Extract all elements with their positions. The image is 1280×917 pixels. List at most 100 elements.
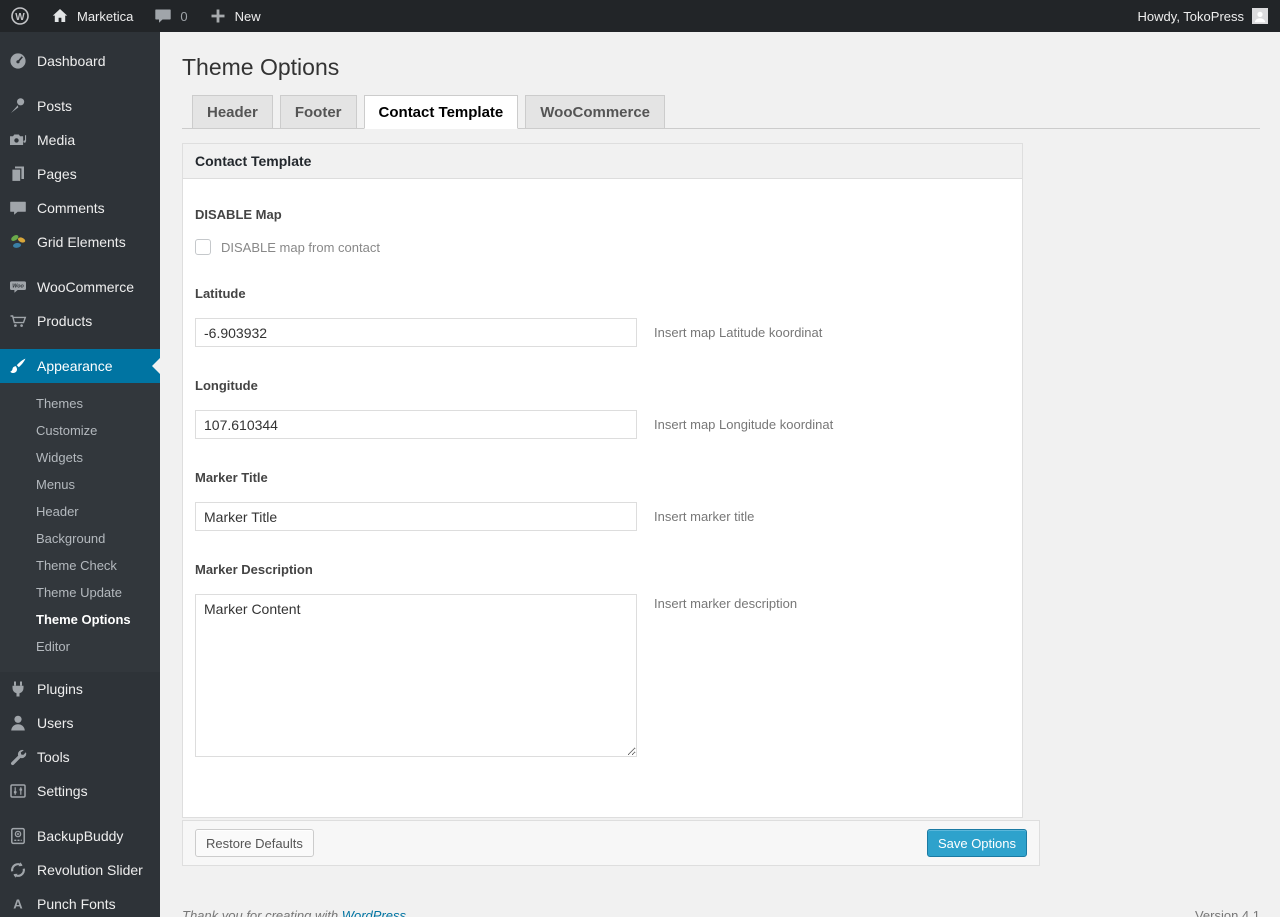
menu-separator xyxy=(0,338,160,349)
backupbuddy-icon xyxy=(11,827,25,845)
site-name-link[interactable]: Marketica xyxy=(40,0,143,32)
disable-map-checkbox[interactable] xyxy=(195,239,211,255)
sidebar-item-label: Media xyxy=(37,132,76,148)
sidebar-item-pages[interactable]: Pages xyxy=(0,157,160,191)
sidebar-item-label: Comments xyxy=(37,200,105,216)
submenu-item-theme-update[interactable]: Theme Update xyxy=(0,579,160,606)
new-label: New xyxy=(234,8,261,24)
plus-icon xyxy=(211,9,225,23)
comments-shortcut[interactable]: 0 xyxy=(143,0,197,32)
submenu-item-customize[interactable]: Customize xyxy=(0,417,160,444)
site-name-label: Marketica xyxy=(77,8,134,24)
sidebar-item-woocommerce[interactable]: Woo WooCommerce xyxy=(0,270,160,304)
sidebar-item-label: Revolution Slider xyxy=(37,862,143,878)
grid-elements-icon xyxy=(11,235,26,248)
sidebar-item-users[interactable]: Users xyxy=(0,706,160,740)
admin-sidebar: Dashboard Posts Media Pages Comments Gri… xyxy=(0,32,160,917)
main-wrapper: Dashboard Posts Media Pages Comments Gri… xyxy=(0,32,1280,917)
longitude-help-text: Insert map Longitude koordinat xyxy=(654,417,834,432)
sidebar-item-label: Punch Fonts xyxy=(37,896,116,912)
howdy-account-link[interactable]: Howdy, TokoPress xyxy=(1138,9,1244,24)
submenu-item-theme-options[interactable]: Theme Options xyxy=(0,606,160,633)
submenu-item-menus[interactable]: Menus xyxy=(0,471,160,498)
longitude-input[interactable] xyxy=(195,410,637,439)
marker-description-label: Marker Description xyxy=(195,562,313,577)
woocommerce-badge-icon: Woo xyxy=(10,281,26,293)
sidebar-item-punch-fonts[interactable]: A Punch Fonts xyxy=(0,887,160,917)
disable-map-checkbox-row: DISABLE map from contact xyxy=(195,239,637,255)
tab-woocommerce[interactable]: WooCommerce xyxy=(525,95,666,129)
new-content-button[interactable]: New xyxy=(198,0,271,32)
tab-contact-template[interactable]: Contact Template xyxy=(363,95,519,129)
latitude-label: Latitude xyxy=(195,286,246,301)
menu-separator xyxy=(0,259,160,270)
thanks-prefix: Thank you for creating with xyxy=(182,908,342,917)
field-disable-map: DISABLE Map DISABLE map from contact xyxy=(195,207,1010,255)
settings-sliders-icon xyxy=(10,784,26,798)
pushpin-icon xyxy=(11,98,25,113)
field-main: Marker Description Marker Content xyxy=(195,562,637,762)
sidebar-item-plugins[interactable]: Plugins xyxy=(0,672,160,706)
comment-icon xyxy=(155,9,172,23)
avatar[interactable] xyxy=(1252,8,1268,24)
latitude-input[interactable] xyxy=(195,318,637,347)
marker-title-help-text: Insert marker title xyxy=(654,509,755,524)
sidebar-item-grid-elements[interactable]: Grid Elements xyxy=(0,225,160,259)
marker-description-textarea[interactable]: Marker Content xyxy=(195,594,637,757)
wp-logo-button[interactable]: W xyxy=(0,0,40,32)
footer-thanks-text: Thank you for creating with WordPress. xyxy=(182,908,410,917)
sidebar-item-media[interactable]: Media xyxy=(0,123,160,157)
sidebar-item-appearance[interactable]: Appearance xyxy=(0,349,160,383)
marker-title-input[interactable] xyxy=(195,502,637,531)
wordpress-logo-icon: W xyxy=(11,7,29,25)
letter-a-icon: A xyxy=(13,897,23,912)
sidebar-item-label: Appearance xyxy=(37,358,113,374)
user-icon xyxy=(11,715,25,731)
sidebar-item-label: Users xyxy=(37,715,74,731)
sidebar-item-backupbuddy[interactable]: BackupBuddy xyxy=(0,819,160,853)
sidebar-item-settings[interactable]: Settings xyxy=(0,774,160,808)
comment-bubble-icon xyxy=(10,201,26,215)
svg-text:A: A xyxy=(13,897,23,912)
field-main: Marker Title xyxy=(195,470,637,531)
submenu-item-themes[interactable]: Themes xyxy=(0,390,160,417)
cart-icon xyxy=(10,315,27,327)
page-footer: Thank you for creating with WordPress. V… xyxy=(182,908,1260,917)
sidebar-item-products[interactable]: Products xyxy=(0,304,160,338)
submenu-item-theme-check[interactable]: Theme Check xyxy=(0,552,160,579)
marker-title-label: Marker Title xyxy=(195,470,268,485)
wordpress-link[interactable]: WordPress xyxy=(342,908,406,917)
submenu-item-widgets[interactable]: Widgets xyxy=(0,444,160,471)
sidebar-item-label: Products xyxy=(37,313,93,329)
pages-icon xyxy=(11,166,24,183)
tab-header[interactable]: Header xyxy=(192,95,273,129)
field-longitude: Longitude Insert map Longitude koordinat xyxy=(195,378,1010,439)
home-icon xyxy=(52,9,68,22)
panel-action-bar: Restore Defaults Save Options xyxy=(182,820,1040,866)
sidebar-item-label: Dashboard xyxy=(37,53,106,69)
submenu-item-header[interactable]: Header xyxy=(0,498,160,525)
restore-defaults-button[interactable]: Restore Defaults xyxy=(195,829,314,857)
sidebar-item-label: Pages xyxy=(37,166,77,182)
save-options-button[interactable]: Save Options xyxy=(926,829,1027,857)
sidebar-item-label: Settings xyxy=(37,783,88,799)
sidebar-item-revolution-slider[interactable]: Revolution Slider xyxy=(0,853,160,887)
sidebar-item-comments[interactable]: Comments xyxy=(0,191,160,225)
sidebar-item-label: Plugins xyxy=(37,681,83,697)
sidebar-item-posts[interactable]: Posts xyxy=(0,89,160,123)
camera-icon xyxy=(10,134,27,145)
tab-footer[interactable]: Footer xyxy=(279,95,357,129)
plug-icon xyxy=(12,681,24,697)
submenu-item-background[interactable]: Background xyxy=(0,525,160,552)
sidebar-item-dashboard[interactable]: Dashboard xyxy=(0,44,160,78)
user-silhouette-icon xyxy=(1254,11,1266,23)
panel-body: DISABLE Map DISABLE map from contact Lat… xyxy=(183,179,1022,817)
disable-map-label: DISABLE Map xyxy=(195,207,282,222)
latitude-help-text: Insert map Latitude koordinat xyxy=(654,325,823,340)
tab-bar: Header Footer Contact Template WooCommer… xyxy=(182,95,1260,129)
field-latitude: Latitude Insert map Latitude koordinat xyxy=(195,286,1010,347)
sidebar-item-tools[interactable]: Tools xyxy=(0,740,160,774)
submenu-item-editor[interactable]: Editor xyxy=(0,633,160,660)
field-main: Longitude xyxy=(195,378,637,439)
appearance-submenu: Themes Customize Widgets Menus Header Ba… xyxy=(0,383,160,672)
